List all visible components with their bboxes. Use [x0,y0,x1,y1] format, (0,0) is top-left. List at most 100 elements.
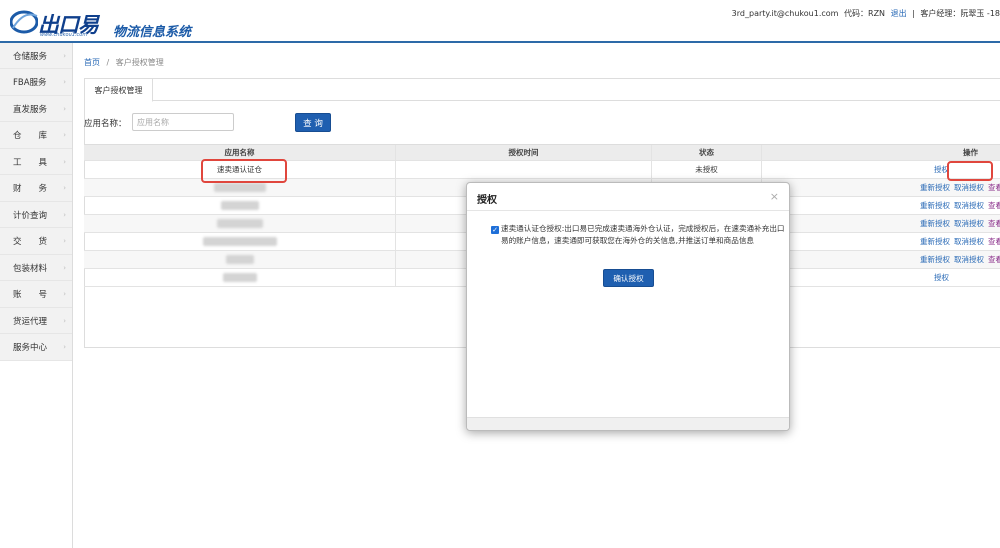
modal-divider [467,210,789,211]
chevron-right-icon: › [63,51,66,60]
sidebar-item-label: FBA服务 [13,78,47,88]
sidebar-item-delivery[interactable]: 交 货 › [0,229,72,255]
code-label: 代码： [844,9,869,18]
sidebar-item-fba[interactable]: FBA服务 › [0,70,72,96]
modal-title: 授权 [477,195,497,206]
chevron-right-icon: › [63,290,66,298]
action-cell: 重新授权 取消授权 查看 [762,215,1000,232]
sidebar-item-finance[interactable]: 财 务 › [0,176,72,202]
breadcrumb-home[interactable]: 首页 [84,58,100,67]
view-link[interactable]: 查看 [988,254,1000,265]
sidebar-item-label: 服务中心 [13,343,48,353]
column-header-status: 状态 [652,145,762,160]
view-link[interactable]: 查看 [988,182,1000,193]
separator: | [912,9,915,18]
chevron-right-icon: › [63,263,66,272]
chevron-right-icon: › [63,316,66,325]
reauthorize-link[interactable]: 重新授权 [920,182,950,193]
sidebar-item-label: 直发服务 [13,104,48,115]
logo-url: www.chukou1.com [40,32,88,38]
chevron-right-icon: › [63,184,66,192]
top-header: 出口易 www.chukou1.com 物流信息系统 3rd_party.it@… [0,0,1000,43]
cancel-authorization-link[interactable]: 取消授权 [954,218,984,229]
chevron-right-icon: › [63,237,66,245]
action-cell: 重新授权 取消授权 查看 [762,251,1000,268]
sidebar-item-label: 财 务 [13,184,48,194]
sidebar-item-direct-shipping[interactable]: 直发服务 › [0,96,72,122]
sidebar: 仓储服务 › FBA服务 › 直发服务 › 仓 库 › 工 具 › 财 务 › 计价查询 › … [0,43,73,548]
action-cell: 重新授权 取消授权 查看 [762,197,1000,214]
code-value: RZN [868,9,886,18]
cancel-authorization-link[interactable]: 取消授权 [954,200,984,211]
chevron-right-icon: › [63,104,66,113]
cancel-authorization-link[interactable]: 取消授权 [954,182,984,193]
app-name-cell-redacted [84,215,396,232]
sidebar-item-label: 工 具 [13,157,48,168]
agreement-checkbox[interactable]: ✓ [491,226,499,234]
sidebar-item-price-query[interactable]: 计价查询 › [0,202,72,228]
chevron-right-icon: › [63,343,66,351]
auth-time-cell [396,161,652,178]
authorize-modal: 授权 × ✓ 速卖通认证仓授权:出口易已完成速卖通海外仓认证，完成授权后，在速卖… [466,182,790,431]
sidebar-empty-area [0,361,72,548]
highlight-box-authorize [947,161,993,181]
modal-footer [467,417,789,430]
breadcrumb: 首页 / 客户授权管理 [84,57,164,68]
close-icon[interactable]: × [770,190,779,203]
sidebar-item-warehouse-service[interactable]: 仓储服务 › [0,43,72,69]
sidebar-item-warehouse[interactable]: 仓 库 › [0,123,72,149]
sidebar-item-label: 账 号 [13,290,48,300]
user-info-bar: 3rd_party.it@chukou1.com 代码：RZN 退出 | 客户经… [729,8,1000,19]
reauthorize-link[interactable]: 重新授权 [920,254,950,265]
search-label: 应用名称： [84,119,127,129]
chevron-right-icon: › [63,210,66,219]
system-name: 物流信息系统 [113,25,192,40]
highlight-box-app-name [201,159,287,183]
sidebar-item-service-center[interactable]: 服务中心 › [0,335,72,361]
logo-swoosh-icon [10,10,38,34]
authorize-link[interactable]: 授权 [934,272,949,283]
app-name-search-input[interactable] [132,113,234,131]
reauthorize-link[interactable]: 重新授权 [920,218,950,229]
user-email: 3rd_party.it@chukou1.com [731,9,839,18]
tab-customer-auth[interactable]: 客户授权管理 [85,79,153,102]
confirm-authorize-button[interactable]: 确认授权 [603,269,654,287]
tab-bar: 客户授权管理 [85,79,1000,102]
app-name-cell-redacted [84,197,396,214]
manager-label: 客户经理： [920,9,961,18]
app-name-cell-redacted [84,269,396,286]
breadcrumb-current: 客户授权管理 [115,58,164,67]
action-cell: 重新授权 取消授权 查看 [762,233,1000,250]
view-link[interactable]: 查看 [988,200,1000,211]
view-link[interactable]: 查看 [988,236,1000,247]
status-cell: 未授权 [652,161,762,178]
view-link[interactable]: 查看 [988,218,1000,229]
logo[interactable]: 出口易 www.chukou1.com 物流信息系统 [10,6,195,40]
cancel-authorization-link[interactable]: 取消授权 [954,236,984,247]
chevron-right-icon: › [63,157,66,166]
sidebar-item-label: 仓 库 [13,131,48,141]
sidebar-item-label: 交 货 [13,237,48,247]
action-cell: 授权 [762,269,1000,286]
query-button[interactable]: 查 询 [295,113,331,132]
column-header-auth-time: 授权时间 [396,145,652,160]
sidebar-item-freight-agent[interactable]: 货运代理 › [0,308,72,334]
chevron-right-icon: › [63,131,66,139]
chevron-right-icon: › [63,78,66,86]
authorization-description: 速卖通认证仓授权:出口易已完成速卖通海外仓认证，完成授权后，在速卖通补充出口易的… [501,224,785,245]
reauthorize-link[interactable]: 重新授权 [920,236,950,247]
logout-link[interactable]: 退出 [891,9,907,18]
cancel-authorization-link[interactable]: 取消授权 [954,254,984,265]
app-name-cell-redacted [84,251,396,268]
sidebar-item-account[interactable]: 账 号 › [0,282,72,308]
sidebar-item-label: 计价查询 [13,210,48,221]
sidebar-item-packaging[interactable]: 包装材料 › [0,255,72,281]
sidebar-item-tools[interactable]: 工 具 › [0,149,72,175]
sidebar-item-label: 货运代理 [13,316,48,327]
sidebar-item-label: 仓储服务 [13,51,48,62]
action-cell: 重新授权 取消授权 查看 [762,179,1000,196]
app-name-cell-redacted [84,233,396,250]
reauthorize-link[interactable]: 重新授权 [920,200,950,211]
manager-value: 阮翠玉 -18 [960,9,1000,18]
column-header-app-name: 应用名称 [84,145,396,160]
